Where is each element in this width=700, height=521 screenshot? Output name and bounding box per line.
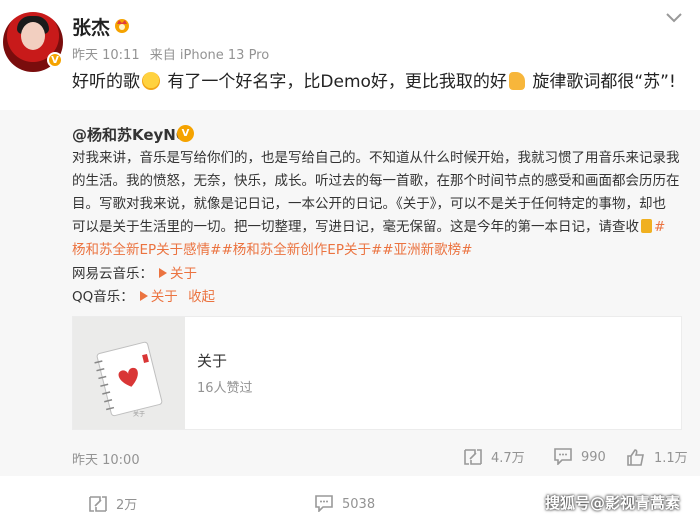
netease-music-row: 网易云音乐： 关于 [72, 266, 197, 282]
post-text: 好听的歌 有了一个好名字，比Demo好，更比我取的好 旋律歌词都很“苏”! [72, 72, 676, 92]
emoji-face-icon [142, 72, 160, 90]
repost-icon [89, 496, 107, 512]
song-likes: 16人赞过 [197, 381, 253, 396]
author-name[interactable]: 张杰 [72, 13, 110, 40]
repost-icon [464, 449, 482, 465]
verified-badge-icon: V [47, 52, 63, 68]
watermark: 搜狐号@影视青蒿素 [545, 494, 681, 512]
notebook-icon [641, 219, 652, 233]
retweet-time[interactable]: 昨天 10:00 [72, 449, 140, 468]
song-title[interactable]: 关于 [197, 350, 227, 371]
hashtag-links[interactable]: 杨和苏全新EP关于感情##杨和苏全新创作EP关于##亚洲新歌榜# [72, 242, 472, 258]
netease-play-link[interactable]: 关于 [159, 266, 197, 282]
collapse-link[interactable]: 收起 [188, 289, 215, 305]
post-time[interactable]: 昨天 10:11 [72, 48, 140, 63]
verified-badge-icon: V [177, 125, 194, 142]
thumbs-up-icon [627, 449, 644, 466]
thumbs-up-icon [508, 72, 525, 90]
retweet-author[interactable]: @杨和苏KeyNG [72, 124, 188, 145]
retweet-like-button[interactable]: 1.1万 [626, 447, 688, 466]
repost-button[interactable]: 2万 [88, 494, 137, 513]
comment-button[interactable]: 5038 [314, 494, 375, 513]
post-source: 来自 iPhone 13 Pro [149, 48, 270, 63]
play-icon [139, 291, 148, 301]
comment-icon [554, 448, 572, 466]
qq-play-link[interactable]: 关于 [139, 289, 178, 305]
retweet-repost-button[interactable]: 4.7万 [463, 447, 525, 466]
qq-music-row: QQ音乐： 关于 收起 [72, 289, 216, 305]
post-meta: 昨天 10:11 来自 iPhone 13 Pro [72, 44, 275, 63]
play-icon [159, 268, 167, 278]
retweet-text: 对我来讲，音乐是写给你们的，也是写给自己的。不知道从什么时候开始，我就习惯了用音… [72, 150, 680, 258]
hashtag-link[interactable]: # [654, 219, 665, 235]
comment-icon [315, 495, 333, 513]
chevron-down-icon[interactable] [664, 10, 684, 24]
vip-crown-icon [115, 19, 129, 33]
cover-caption: 关于 [133, 411, 146, 418]
song-cover-image[interactable]: 关于 [73, 317, 185, 429]
retweet-comment-button[interactable]: 990 [553, 447, 606, 466]
